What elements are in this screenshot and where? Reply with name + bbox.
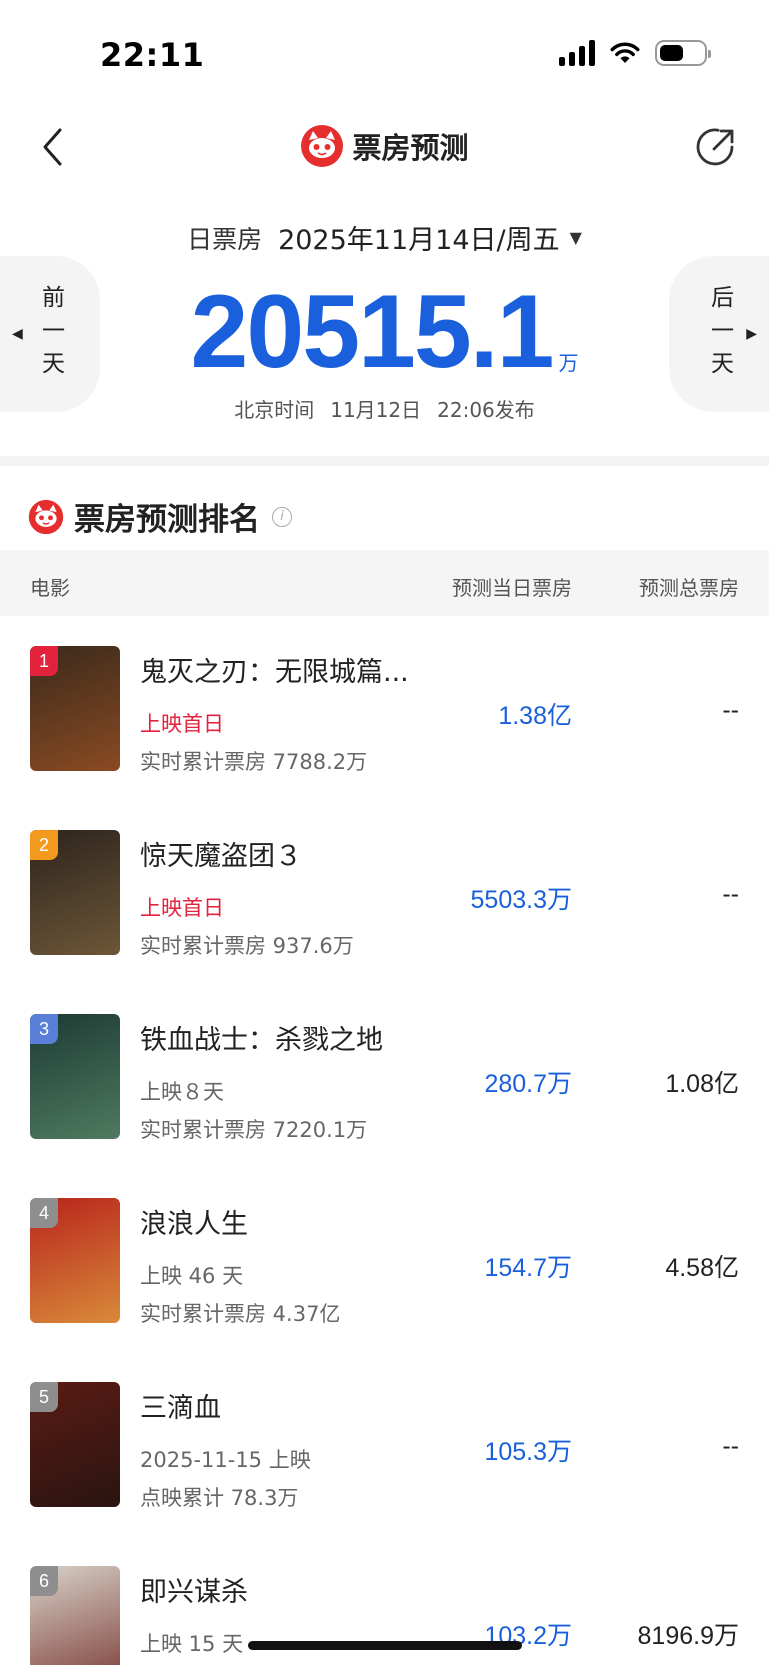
cumulative-box-office: 点映累计 78.3万 [140, 1486, 299, 1510]
rank-badge: 5 [30, 1382, 58, 1412]
share-icon [696, 128, 734, 166]
rank-badge: 3 [30, 1014, 58, 1044]
forecast-total: 20515.1 万 [0, 280, 769, 384]
release-status: 上映 15 天 [140, 1632, 244, 1656]
status-bar: 22:11 [0, 0, 769, 110]
wifi-icon [610, 42, 640, 63]
caret-down-icon: ▼ [569, 228, 582, 247]
date-type-label: 日票房 [187, 224, 263, 254]
release-date: 11月12日 [330, 398, 422, 422]
maoyan-cat-logo-icon [301, 125, 344, 167]
total-forecast-value: 1.08亿 [665, 1070, 739, 1098]
release-status: 上映首日 [140, 896, 224, 920]
total-forecast-value: -- [722, 880, 739, 908]
movie-name: 浪浪人生 [140, 1209, 248, 1240]
movie-name: 铁血战士：杀戮之地 [140, 1025, 383, 1056]
release-city: 北京时间 [234, 398, 315, 422]
rank-badge: 6 [30, 1566, 58, 1596]
release-status: 上映 46 天 [140, 1264, 244, 1288]
table-row[interactable]: 2 惊天魔盗团３ 上映首日 实时累计票房 937.6万 5503.3万 -- [0, 800, 769, 984]
nav-title: 票房预测 [0, 124, 769, 168]
cumulative-box-office: 实时累计票房 7788.2万 [140, 750, 368, 774]
movie-name: 惊天魔盗团３ [140, 841, 302, 872]
column-header-total-forecast: 预测总票房 [639, 576, 739, 600]
cellular-signal-icon [559, 40, 595, 66]
cumulative-box-office: 实时累计票房 4.37亿 [140, 1302, 341, 1326]
page-title: 票房预测 [352, 131, 469, 165]
total-forecast-value: -- [722, 696, 739, 724]
day-forecast-value: 280.7万 [484, 1070, 572, 1098]
movie-poster: 6 [30, 1566, 120, 1665]
table-header: 电影 预测当日票房 预测总票房 [0, 550, 769, 616]
release-time: 22:06发布 [437, 398, 535, 422]
release-status: 上映首日 [140, 712, 224, 736]
share-button[interactable] [691, 122, 741, 172]
movie-name: 三滴血 [140, 1393, 221, 1424]
table-row[interactable]: 5 三滴血 2025-11-15 上映 点映累计 78.3万 105.3万 -- [0, 1352, 769, 1536]
rank-badge: 2 [30, 830, 58, 860]
total-forecast-value: -- [722, 1432, 739, 1460]
table-row[interactable]: 3 铁血战士：杀戮之地 上映８天 实时累计票房 7220.1万 280.7万 1… [0, 984, 769, 1168]
table-row[interactable]: 1 鬼灭之刃：无限城篇... 上映首日 实时累计票房 7788.2万 1.38亿… [0, 616, 769, 800]
cumulative-box-office: 实时累计票房 7220.1万 [140, 1118, 368, 1142]
rank-badge: 1 [30, 646, 58, 676]
release-info: 北京时间 11月12日 22:06发布 [0, 394, 769, 423]
nav-bar: 票房预测 [0, 110, 769, 190]
status-time: 22:11 [100, 36, 205, 74]
date-selector[interactable]: 日票房 2025年11月14日/周五 ▼ [0, 218, 769, 257]
ranking-section-header: 票房预测排名 i [28, 494, 292, 539]
movie-poster: 3 [30, 1014, 120, 1139]
day-forecast-value: 5503.3万 [470, 886, 572, 914]
cumulative-box-office: 实时累计票房 937.6万 [140, 934, 354, 958]
movie-poster: 4 [30, 1198, 120, 1323]
movie-poster: 2 [30, 830, 120, 955]
home-indicator[interactable] [248, 1641, 522, 1650]
info-icon[interactable]: i [272, 506, 292, 527]
ranking-title: 票房预测排名 [74, 502, 260, 538]
forecast-unit: 万 [558, 351, 579, 375]
table-row[interactable]: 4 浪浪人生 上映 46 天 实时累计票房 4.37亿 154.7万 4.58亿 [0, 1168, 769, 1352]
maoyan-cat-logo-icon [28, 499, 64, 534]
day-forecast-value: 154.7万 [484, 1254, 572, 1282]
section-divider [0, 456, 769, 466]
movie-poster: 1 [30, 646, 120, 771]
total-forecast-value: 4.58亿 [665, 1254, 739, 1282]
release-status: 上映８天 [140, 1080, 224, 1104]
battery-icon [655, 40, 711, 66]
movie-poster: 5 [30, 1382, 120, 1507]
ranking-list: 1 鬼灭之刃：无限城篇... 上映首日 实时累计票房 7788.2万 1.38亿… [0, 616, 769, 1665]
movie-name: 即兴谋杀 [140, 1577, 248, 1608]
date-value: 2025年11月14日/周五 [278, 225, 560, 256]
movie-name: 鬼灭之刃：无限城篇... [140, 657, 409, 688]
day-forecast-value: 105.3万 [484, 1438, 572, 1466]
total-forecast-value: 8196.9万 [637, 1622, 739, 1650]
release-status: 2025-11-15 上映 [140, 1448, 311, 1472]
column-header-day-forecast: 预测当日票房 [452, 576, 572, 600]
rank-badge: 4 [30, 1198, 58, 1228]
day-forecast-value: 1.38亿 [498, 702, 572, 730]
column-header-movie: 电影 [30, 576, 70, 600]
status-icons [559, 40, 711, 66]
forecast-value: 20515.1 [190, 274, 555, 390]
